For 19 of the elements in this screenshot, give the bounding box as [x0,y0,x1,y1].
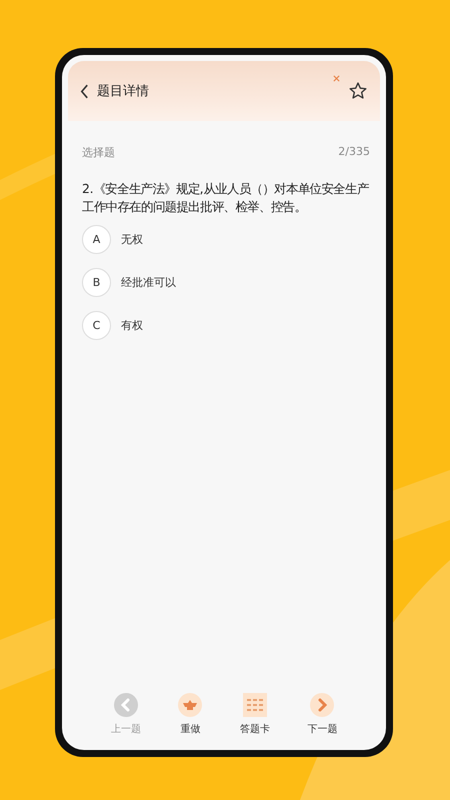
page-title: 题目详情 [97,83,150,100]
star-icon[interactable] [348,81,368,101]
chevron-left-icon [114,693,138,717]
sparkle-icon [333,75,340,82]
chevron-right-icon [310,693,334,717]
question-type: 选择题 [82,145,115,160]
nav-button[interactable]: 答题卡 [240,693,270,736]
option-text[interactable]: 经批准可以 [121,275,176,290]
option-letter[interactable]: A [82,225,111,254]
option-letter[interactable]: B [82,268,111,297]
nav-button[interactable]: 下一题 [307,693,338,736]
option-text[interactable]: 有权 [121,318,143,333]
nav-button[interactable]: 重做 [178,693,202,736]
option-letter[interactable]: C [82,311,111,340]
grid-icon [242,693,267,717]
question-text: 2.《安全生产法》规定,从业人员（）对本单位安全生产工作中存在的问题提出批评、检举、控告。 [82,180,370,216]
back-icon[interactable] [80,84,89,98]
option-text[interactable]: 无权 [121,232,143,247]
question-counter: 2/335 [338,145,370,160]
